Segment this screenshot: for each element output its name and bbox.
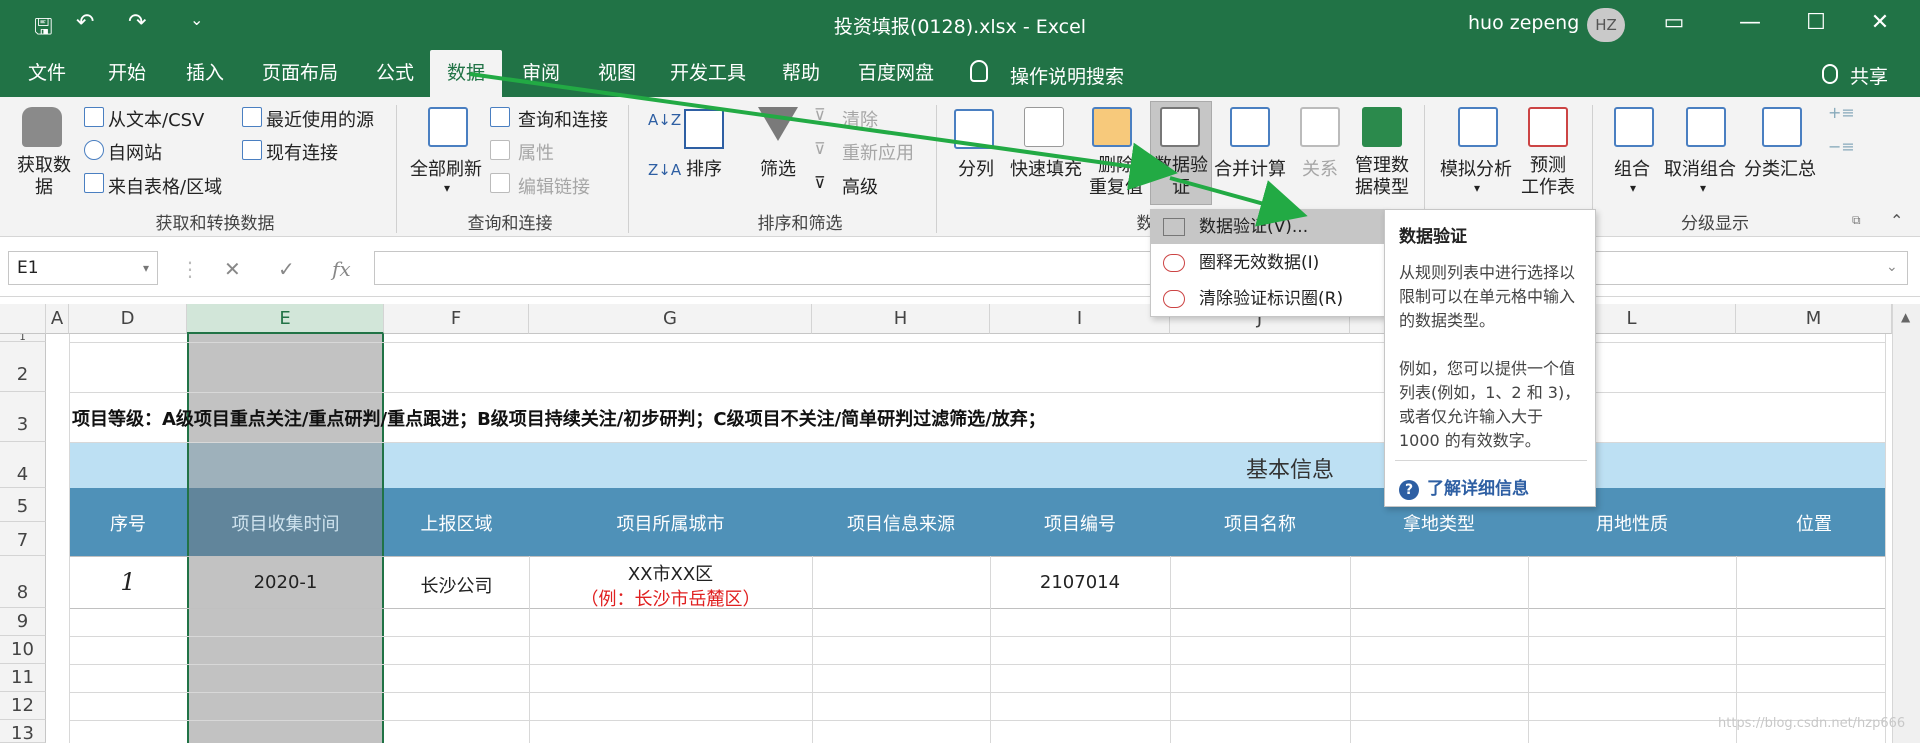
watermark: https://blog.csdn.net/hzp666 (1718, 716, 1906, 731)
arrow-data-tab-to-validation (469, 72, 1178, 191)
arrow-validation-to-menu (1169, 176, 1308, 227)
annotation-arrows (469, 72, 1308, 227)
